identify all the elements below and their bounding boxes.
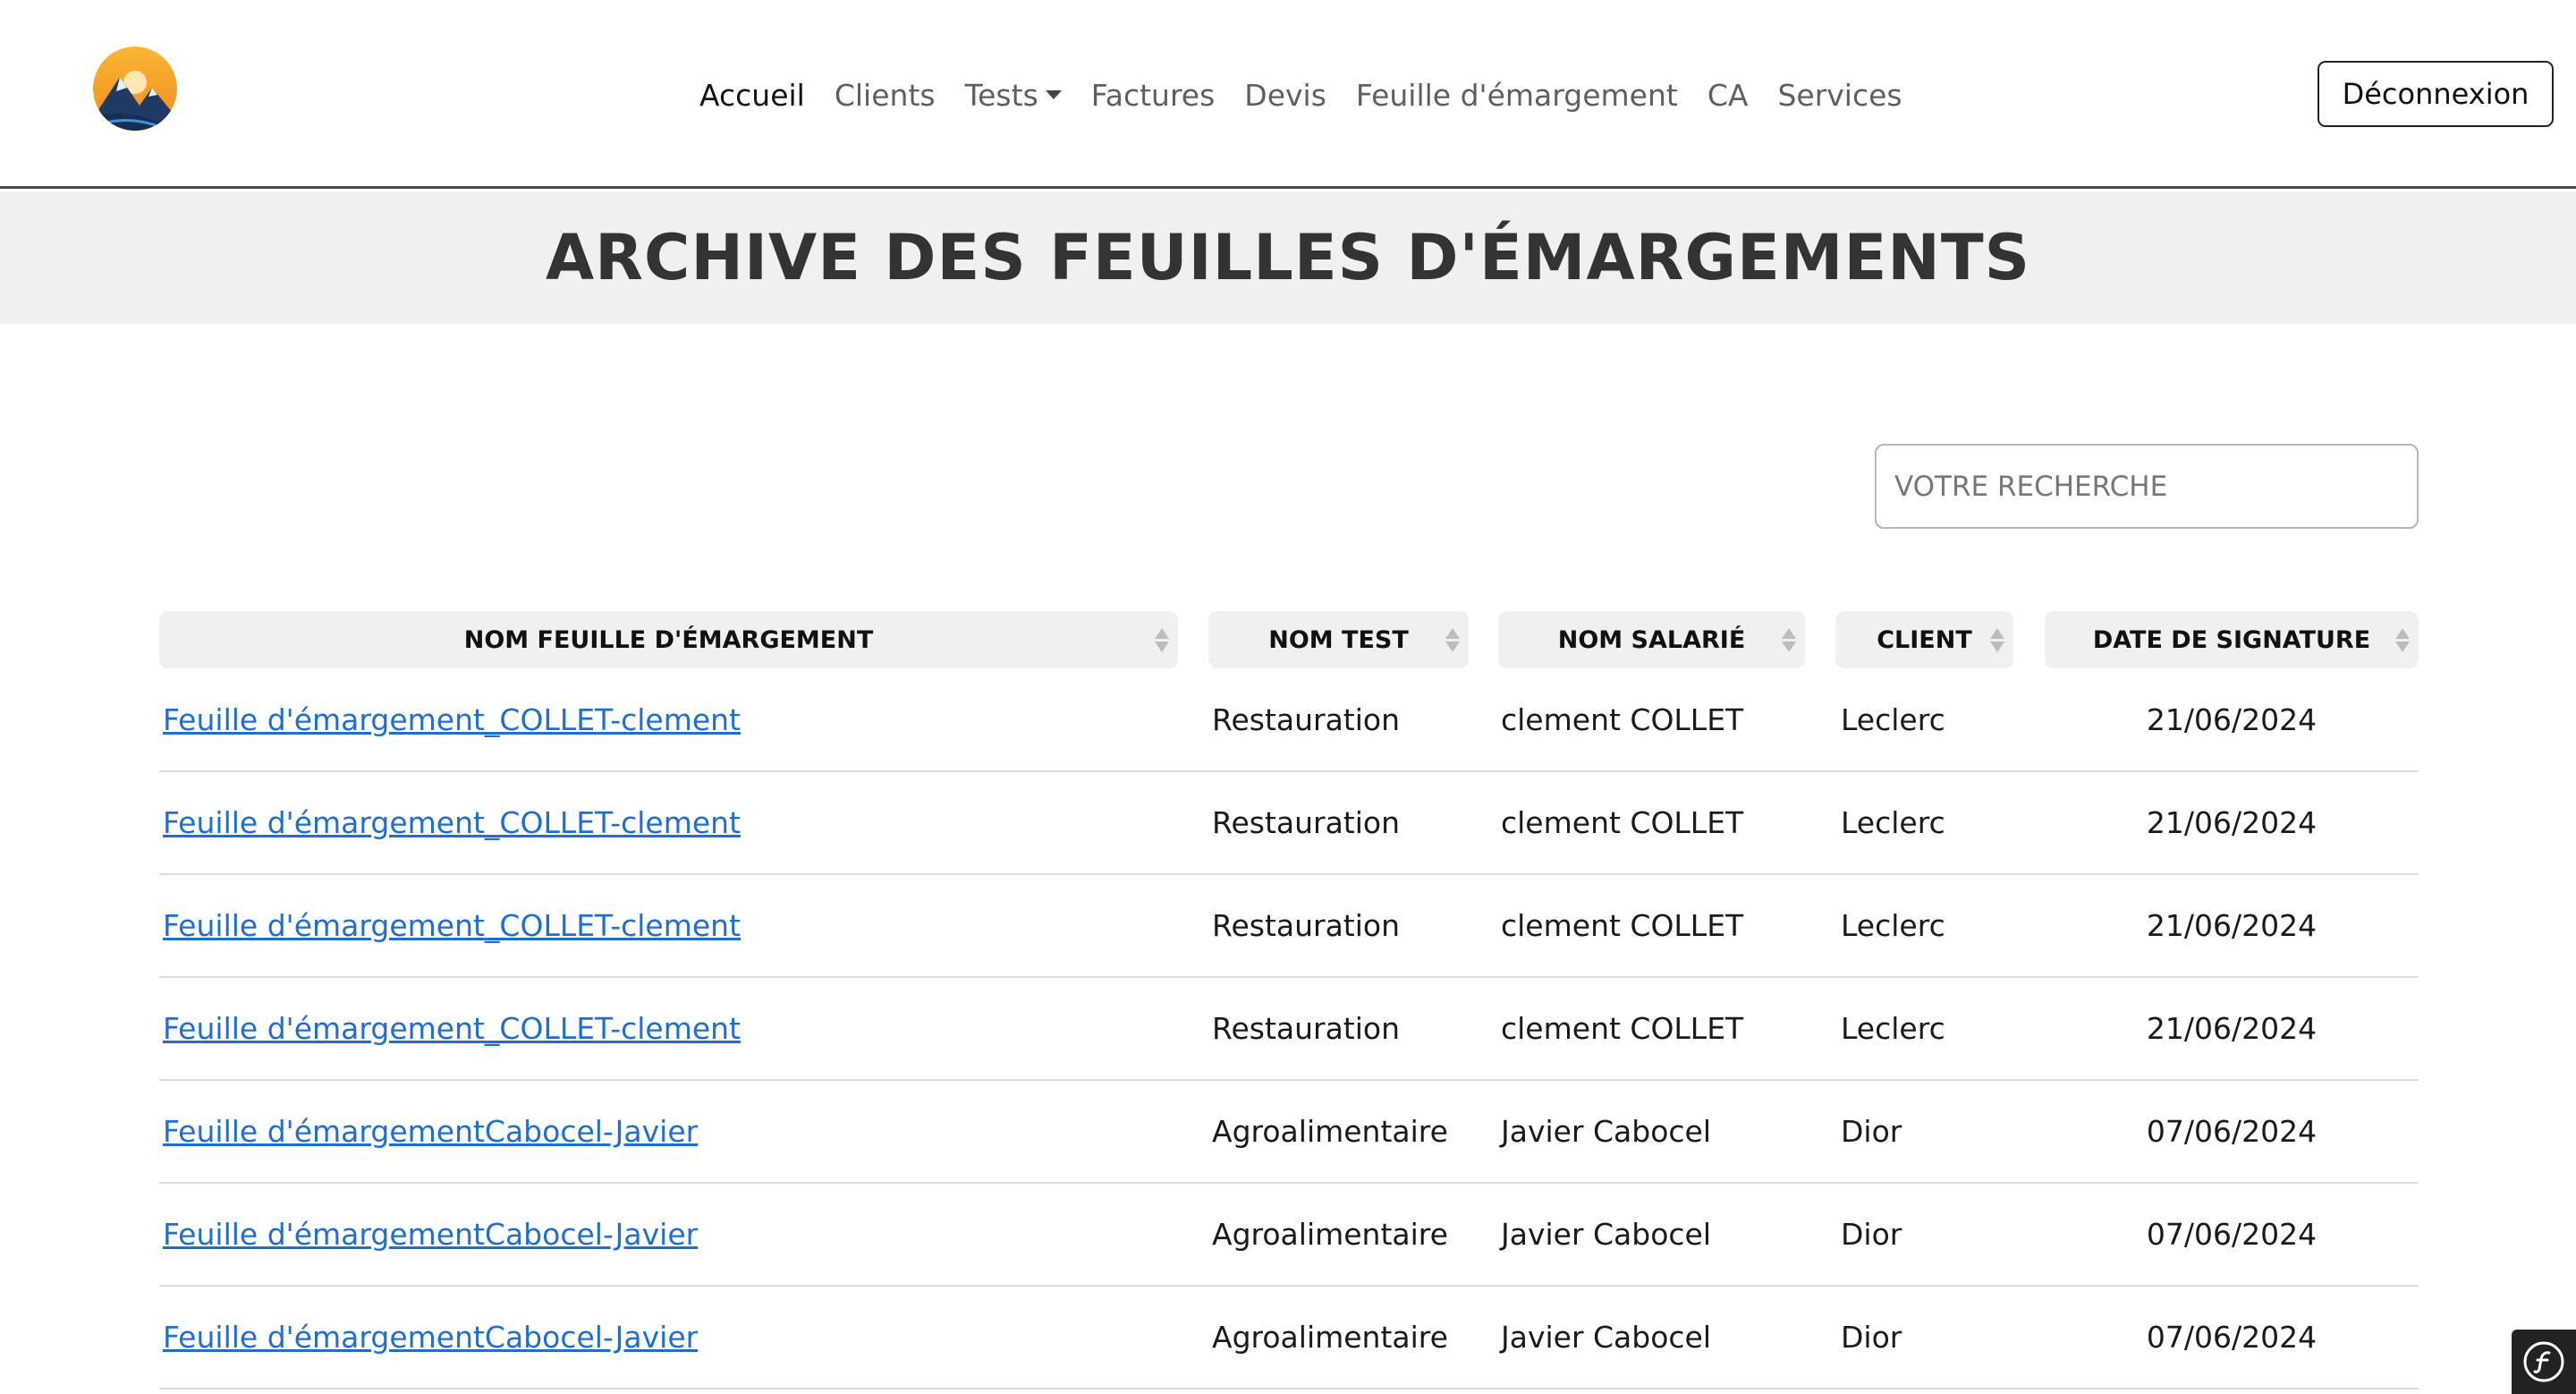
nav-clients[interactable]: Clients bbox=[835, 78, 936, 113]
test-name-cell: Restauration bbox=[1212, 805, 1401, 840]
search-input[interactable] bbox=[1875, 444, 2419, 529]
table-row: Feuille d'émargementCabocel-Javier Agroa… bbox=[159, 1287, 2419, 1390]
sheet-link[interactable]: Feuille d'émargement_COLLET-clement bbox=[163, 1011, 741, 1046]
employee-name-cell: Javier Cabocel bbox=[1501, 1217, 1712, 1252]
column-header-label: CLIENT bbox=[1877, 625, 1972, 654]
sort-arrows-icon bbox=[1990, 628, 2004, 653]
table-body: Feuille d'émargement_COLLET-clement Rest… bbox=[159, 669, 2419, 1390]
client-cell: Leclerc bbox=[1841, 702, 1945, 737]
sheet-name-cell: Feuille d'émargement_COLLET-clement bbox=[163, 669, 741, 770]
test-name-cell: Restauration bbox=[1212, 702, 1401, 737]
client-cell: Leclerc bbox=[1841, 1011, 1945, 1046]
client-cell: Leclerc bbox=[1841, 908, 1945, 943]
test-name-cell: Agroalimentaire bbox=[1212, 1114, 1448, 1149]
client-cell: Dior bbox=[1841, 1114, 1902, 1149]
nav-devis[interactable]: Devis bbox=[1244, 78, 1326, 113]
column-header-test-name[interactable]: NOM TEST bbox=[1208, 611, 1469, 668]
sheet-name-cell: Feuille d'émargementCabocel-Javier bbox=[163, 1287, 698, 1388]
column-header-client[interactable]: CLIENT bbox=[1835, 611, 2013, 668]
sheet-link[interactable]: Feuille d'émargementCabocel-Javier bbox=[163, 1114, 698, 1149]
signature-date-cell: 21/06/2024 bbox=[2146, 1011, 2318, 1046]
symfony-icon bbox=[2523, 1341, 2564, 1382]
sheet-name-cell: Feuille d'émargement_COLLET-clement bbox=[163, 978, 741, 1079]
test-name-cell: Restauration bbox=[1212, 908, 1401, 943]
table-row: Feuille d'émargementCabocel-Javier Agroa… bbox=[159, 1184, 2419, 1287]
client-cell: Dior bbox=[1841, 1217, 1902, 1252]
sort-arrows-icon bbox=[1782, 628, 1796, 653]
nav-tests-label: Tests bbox=[964, 77, 1038, 113]
column-header-employee-name[interactable]: NOM SALARIÉ bbox=[1498, 611, 1805, 668]
table-row: Feuille d'émargement_COLLET-clement Rest… bbox=[159, 669, 2419, 772]
sheet-link[interactable]: Feuille d'émargementCabocel-Javier bbox=[163, 1217, 698, 1252]
employee-name-cell: clement COLLET bbox=[1501, 1011, 1744, 1046]
navbar: Accueil Clients Tests Factures Devis Feu… bbox=[0, 0, 2576, 189]
client-cell: Dior bbox=[1841, 1320, 1902, 1355]
sort-arrows-icon bbox=[1445, 628, 1460, 653]
test-name-cell: Agroalimentaire bbox=[1212, 1320, 1448, 1355]
sheet-name-cell: Feuille d'émargement_COLLET-clement bbox=[163, 875, 741, 976]
table-row: Feuille d'émargement_COLLET-clement Rest… bbox=[159, 978, 2419, 1081]
column-header-label: DATE DE SIGNATURE bbox=[2092, 625, 2371, 654]
table-header: NOM FEUILLE D'ÉMARGEMENT NOM TEST NOM SA… bbox=[159, 611, 2419, 668]
test-name-cell: Agroalimentaire bbox=[1212, 1217, 1448, 1252]
sheet-name-cell: Feuille d'émargement_COLLET-clement bbox=[163, 772, 741, 873]
signature-date-cell: 21/06/2024 bbox=[2146, 702, 2318, 737]
logout-button[interactable]: Déconnexion bbox=[2318, 61, 2554, 127]
nav-accueil[interactable]: Accueil bbox=[699, 78, 805, 113]
column-header-label: NOM TEST bbox=[1268, 625, 1409, 654]
test-name-cell: Restauration bbox=[1212, 1011, 1401, 1046]
archive-table: NOM FEUILLE D'ÉMARGEMENT NOM TEST NOM SA… bbox=[159, 611, 2419, 1390]
sheet-name-cell: Feuille d'émargementCabocel-Javier bbox=[163, 1184, 698, 1285]
signature-date-cell: 21/06/2024 bbox=[2146, 805, 2318, 840]
sort-arrows-icon bbox=[2395, 628, 2410, 653]
column-header-signature-date[interactable]: DATE DE SIGNATURE bbox=[2045, 611, 2419, 668]
sort-arrows-icon bbox=[1155, 628, 1169, 653]
nav-tests-dropdown[interactable]: Tests bbox=[965, 78, 1062, 113]
signature-date-cell: 07/06/2024 bbox=[2146, 1320, 2318, 1355]
sheet-name-cell: Feuille d'émargementCabocel-Javier bbox=[163, 1081, 698, 1182]
nav-feuille-emargement[interactable]: Feuille d'émargement bbox=[1356, 78, 1678, 113]
table-row: Feuille d'émargement_COLLET-clement Rest… bbox=[159, 875, 2419, 978]
mountain-sunset-logo-icon bbox=[93, 47, 177, 131]
column-header-label: NOM SALARIÉ bbox=[1557, 625, 1746, 654]
main-nav: Accueil Clients Tests Factures Devis Feu… bbox=[699, 70, 1932, 120]
column-header-label: NOM FEUILLE D'ÉMARGEMENT bbox=[463, 625, 874, 654]
caret-down-icon bbox=[1045, 90, 1062, 99]
sheet-link[interactable]: Feuille d'émargementCabocel-Javier bbox=[163, 1320, 698, 1355]
sheet-link[interactable]: Feuille d'émargement_COLLET-clement bbox=[163, 805, 741, 840]
employee-name-cell: clement COLLET bbox=[1501, 908, 1744, 943]
nav-ca[interactable]: CA bbox=[1707, 78, 1749, 113]
signature-date-cell: 21/06/2024 bbox=[2146, 908, 2318, 943]
page-title: ARCHIVE DES FEUILLES D'ÉMARGEMENTS bbox=[545, 221, 2031, 294]
signature-date-cell: 07/06/2024 bbox=[2146, 1114, 2318, 1149]
sheet-link[interactable]: Feuille d'émargement_COLLET-clement bbox=[163, 702, 741, 737]
symfony-toolbar-toggle[interactable] bbox=[2512, 1330, 2576, 1394]
title-banner: ARCHIVE DES FEUILLES D'ÉMARGEMENTS bbox=[0, 191, 2576, 324]
column-header-sheet-name[interactable]: NOM FEUILLE D'ÉMARGEMENT bbox=[159, 611, 1178, 668]
employee-name-cell: clement COLLET bbox=[1501, 805, 1744, 840]
client-cell: Leclerc bbox=[1841, 805, 1945, 840]
site-logo[interactable] bbox=[93, 47, 177, 131]
nav-factures[interactable]: Factures bbox=[1091, 78, 1216, 113]
nav-services[interactable]: Services bbox=[1777, 78, 1902, 113]
sheet-link[interactable]: Feuille d'émargement_COLLET-clement bbox=[163, 908, 741, 943]
signature-date-cell: 07/06/2024 bbox=[2146, 1217, 2318, 1252]
table-row: Feuille d'émargementCabocel-Javier Agroa… bbox=[159, 1081, 2419, 1184]
employee-name-cell: Javier Cabocel bbox=[1501, 1320, 1712, 1355]
employee-name-cell: clement COLLET bbox=[1501, 702, 1744, 737]
table-row: Feuille d'émargement_COLLET-clement Rest… bbox=[159, 772, 2419, 875]
employee-name-cell: Javier Cabocel bbox=[1501, 1114, 1712, 1149]
